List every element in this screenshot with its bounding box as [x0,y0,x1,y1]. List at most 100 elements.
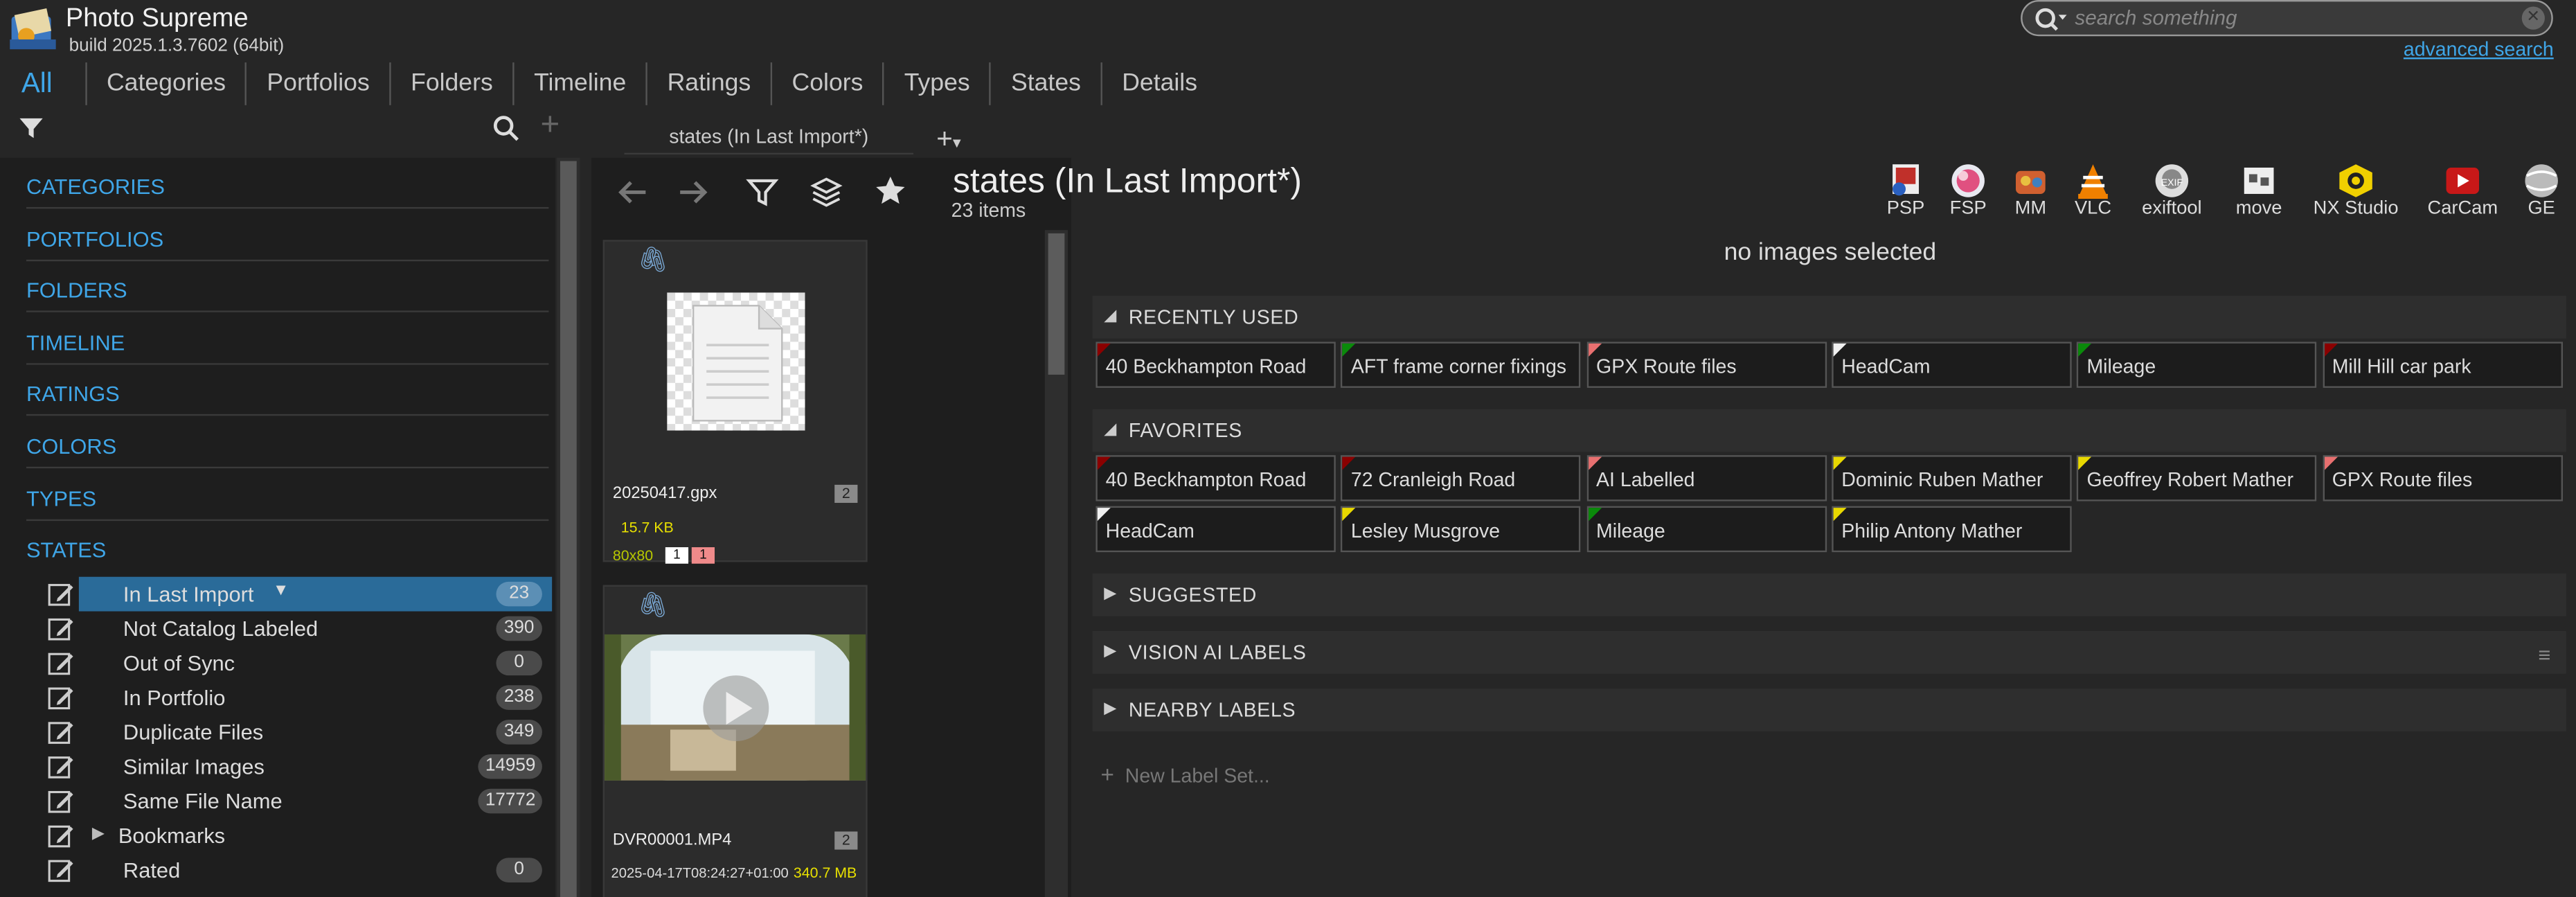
section-favorites[interactable]: ◢ FAVORITES [1092,409,2566,452]
section-states[interactable]: STATES [26,538,548,570]
filter-icon[interactable] [18,115,44,150]
section-vision-ai-labels[interactable]: ▶ VISION AI LABELS [1092,631,2566,674]
edit-icon[interactable] [48,789,74,820]
edit-icon[interactable] [48,754,74,785]
paperclip-icon[interactable]: 🖇 [638,590,669,619]
layers-icon[interactable] [810,176,843,217]
menu-icon[interactable]: ≡ [2538,643,2550,668]
label-chip[interactable]: GPX Route files [1586,341,1827,388]
app-vlc-button[interactable]: VLC [2072,163,2115,219]
app-nx-studio-button[interactable]: NX Studio [2308,163,2404,219]
tab-categories[interactable]: Categories [85,62,245,105]
label-chip[interactable]: Dominic Ruben Mather [1832,455,2072,501]
expand-icon[interactable]: ▶ [92,825,105,843]
back-arrow-icon[interactable] [616,177,649,215]
label-chip[interactable]: Lesley Musgrove [1341,506,1582,553]
label-chip[interactable]: HeadCam [1095,506,1336,553]
tree-item-label: In Portfolio [123,685,226,710]
dropdown-icon[interactable]: ▼ [273,582,289,600]
tab-states-last-import[interactable]: states (In Last Import*) [624,118,914,155]
app-mm-button[interactable]: MM [2010,163,2052,219]
forward-arrow-icon[interactable] [677,177,709,215]
section-categories[interactable]: CATEGORIES [26,174,548,206]
expand-icon[interactable]: ▶ [1104,643,1116,661]
section-portfolios[interactable]: PORTFOLIOS [26,227,548,259]
tab-portfolios[interactable]: Portfolios [245,62,390,105]
tab-details[interactable]: Details [1100,62,1217,105]
filter-icon[interactable] [746,176,779,217]
thumbnail-card[interactable]: 🖇 DVR00001.MP4 2 2025-04-17T08:24:27+01:… [602,585,868,897]
section-types[interactable]: TYPES [26,486,548,519]
app-ge-button[interactable]: GE [2520,163,2563,219]
tree-item-out-of-sync[interactable]: Out of Sync 0 [43,648,549,680]
exiftool-icon: EXIF [2152,163,2192,199]
section-colors[interactable]: COLORS [26,434,548,466]
tree-scrollbar-thumb[interactable] [560,161,577,897]
label-chip[interactable]: AI Labelled [1586,455,1827,501]
edit-icon[interactable] [48,720,74,751]
section-suggested[interactable]: ▶ SUGGESTED [1092,573,2566,616]
label-chip[interactable]: HeadCam [1832,341,2072,388]
edit-icon[interactable] [48,858,74,889]
label-chip[interactable]: Philip Antony Mather [1832,506,2072,553]
tab-ratings[interactable]: Ratings [645,62,771,105]
search-input[interactable]: search something ✕ [2021,0,2553,37]
search-icon[interactable] [493,115,519,150]
thumbnail-card[interactable]: 🖇 20250417.gpx 2 15.7 KB 80x80 1 1 [602,240,868,564]
tree-item-in-last-import[interactable]: In Last Import ▼ 23 [43,576,553,613]
edit-icon[interactable] [48,685,74,716]
tree-item-bookmarks[interactable]: ▶ Bookmarks [43,820,549,853]
label-chip[interactable]: 40 Beckhampton Road [1095,341,1336,388]
edit-icon[interactable] [48,616,74,648]
tree-item-in-portfolio[interactable]: In Portfolio 238 [43,682,549,715]
clear-search-icon[interactable]: ✕ [2521,6,2545,30]
section-recently-used[interactable]: ◢ RECENTLY USED [1092,296,2566,339]
new-label-set-button[interactable]: + New Label Set... [1101,761,1270,787]
divider [26,310,549,312]
tree-item-similar-images[interactable]: Similar Images 14959 [43,751,549,783]
advanced-search-link[interactable]: advanced search [2404,38,2554,61]
tree-item-same-file-name[interactable]: Same File Name 17772 [43,785,549,818]
collapse-icon[interactable]: ◢ [1104,308,1116,326]
section-folders[interactable]: FOLDERS [26,278,548,310]
tab-colors[interactable]: Colors [770,62,883,105]
label-chip[interactable]: GPX Route files [2322,455,2562,501]
label-chip[interactable]: Mileage [2077,341,2317,388]
tree-item-not-catalog-labeled[interactable]: Not Catalog Labeled 390 [43,613,549,646]
app-carcam-button[interactable]: CarCam [2425,163,2501,219]
add-icon[interactable]: + [541,107,560,145]
expand-icon[interactable]: ▶ [1104,700,1116,718]
tab-timeline[interactable]: Timeline [512,62,646,105]
expand-icon[interactable]: ▶ [1104,585,1116,603]
file-name: DVR00001.MP4 [612,831,732,850]
section-ratings[interactable]: RATINGS [26,381,548,414]
label-chip[interactable]: 40 Beckhampton Road [1095,455,1336,501]
section-timeline[interactable]: TIMELINE [26,330,548,363]
collapse-icon[interactable]: ◢ [1104,420,1116,438]
label-chip[interactable]: Mill Hill car park [2322,341,2562,388]
app-move-button[interactable]: move [2235,163,2284,219]
paperclip-icon[interactable]: 🖇 [638,245,669,274]
tree-item-rated[interactable]: Rated 0 [43,855,549,887]
star-icon[interactable] [874,174,906,215]
tree-item-duplicate-files[interactable]: Duplicate Files 349 [43,716,549,749]
app-exiftool-button[interactable]: EXIF exiftool [2139,163,2205,219]
label-chip[interactable]: Mileage [1586,506,1827,553]
app-fsp-button[interactable]: FSP [1947,163,1989,219]
tab-states[interactable]: States [990,62,1100,105]
edit-icon[interactable] [48,650,74,682]
edit-icon[interactable] [48,582,74,613]
label-text: HeadCam [1841,355,1931,378]
label-chip[interactable]: AFT frame corner fixings [1341,341,1582,388]
section-nearby-labels[interactable]: ▶ NEARBY LABELS [1092,689,2566,731]
tab-all[interactable]: All [0,62,85,105]
tab-folders[interactable]: Folders [389,62,512,105]
edit-icon[interactable] [48,824,74,855]
app-build: build 2025.1.3.7602 (64bit) [69,36,285,56]
thumbnail-scrollbar-thumb[interactable] [1048,233,1065,375]
add-tab-icon[interactable]: +▾ [936,123,961,156]
tab-types[interactable]: Types [882,62,990,105]
label-chip[interactable]: 72 Cranleigh Road [1341,455,1582,501]
app-psp-button[interactable]: PSP [1884,163,1927,219]
label-chip[interactable]: Geoffrey Robert Mather [2077,455,2317,501]
